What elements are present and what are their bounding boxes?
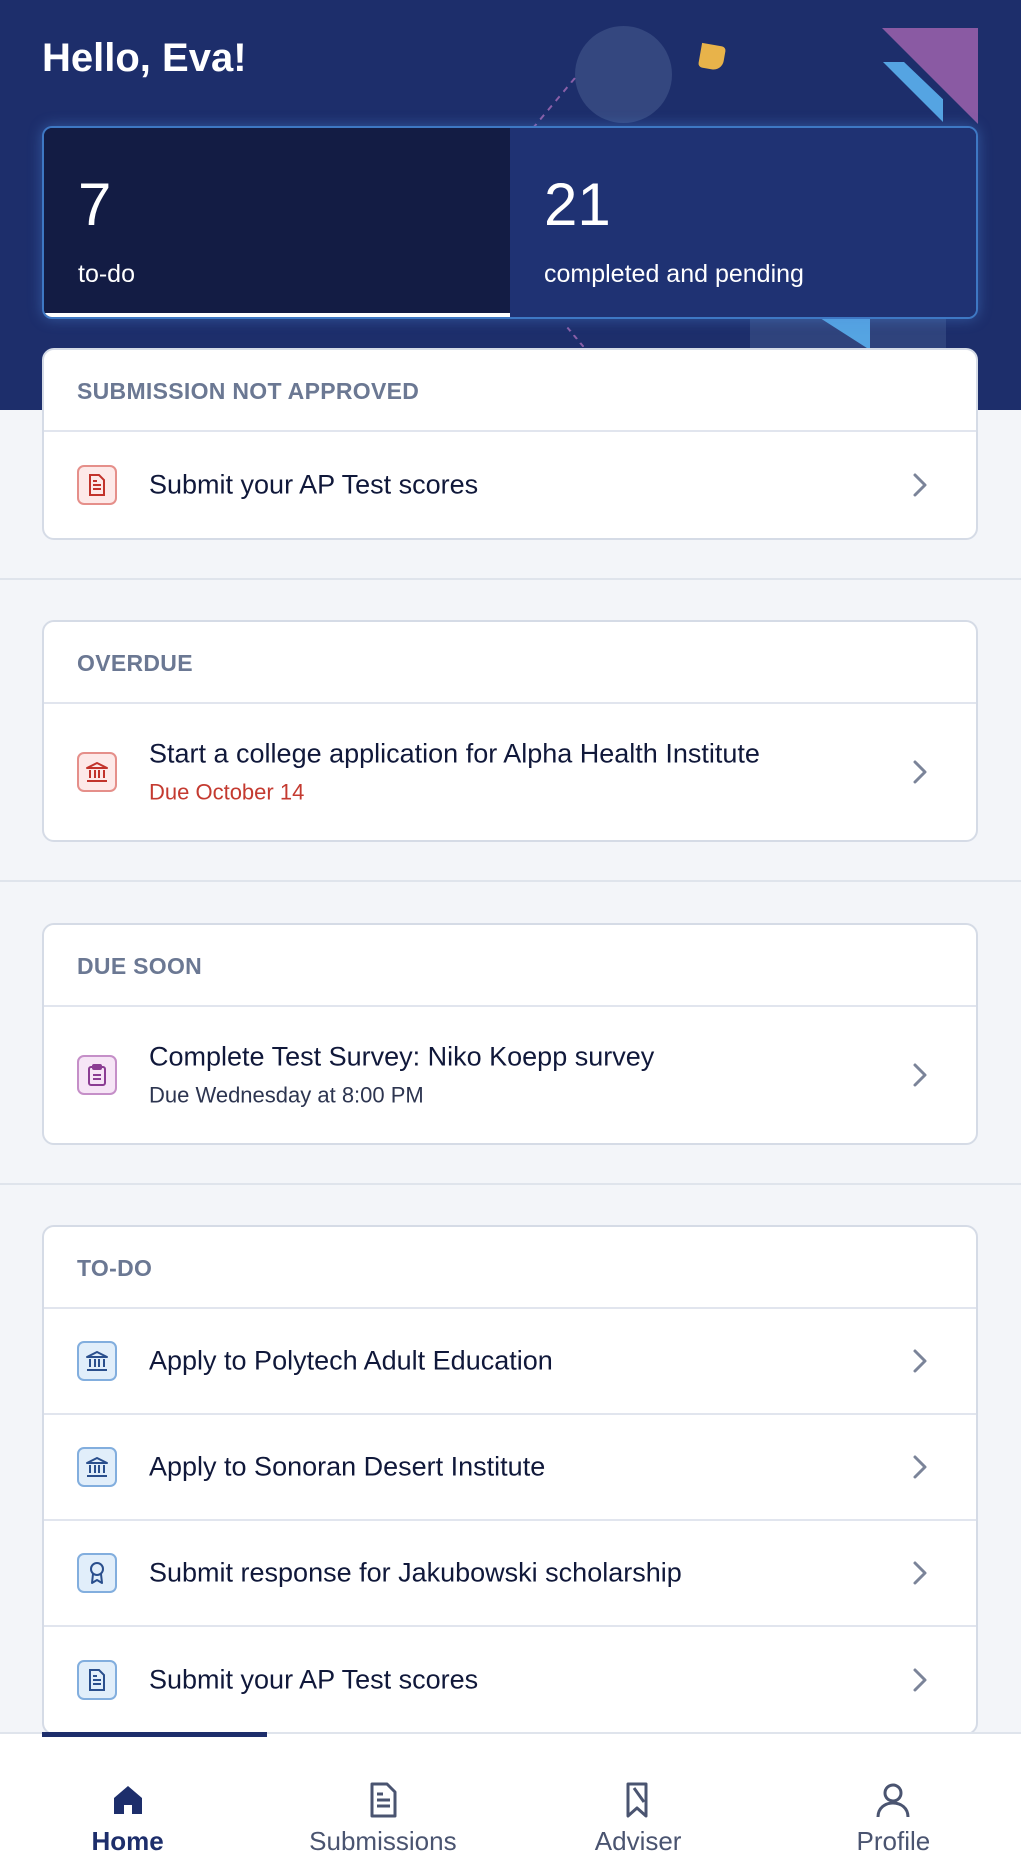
chevron-right-icon	[913, 1455, 927, 1479]
decorative-dashed-line	[529, 77, 576, 133]
item-title: Submit your AP Test scores	[149, 469, 479, 500]
decorative-triangle	[882, 28, 978, 124]
due-date: Due Wednesday at 8:00 PM	[149, 1082, 424, 1108]
item-title: Start a college application for Alpha He…	[149, 738, 760, 769]
decorative-shape	[697, 42, 727, 72]
chevron-right-icon	[913, 1668, 927, 1692]
section-not-approved: SUBMISSION NOT APPROVED Submit your AP T…	[42, 348, 978, 540]
chevron-right-icon	[913, 473, 927, 497]
nav-label: Profile	[856, 1826, 931, 1856]
section-heading: DUE SOON	[44, 925, 976, 1007]
todo-count: 7	[78, 171, 112, 238]
chevron-right-icon	[913, 760, 927, 784]
section-heading: TO-DO	[44, 1227, 976, 1309]
nav-profile[interactable]: Profile	[766, 1734, 1021, 1862]
completed-count: 21	[544, 171, 611, 238]
chevron-right-icon	[913, 1349, 927, 1373]
list-item[interactable]: Submit your AP Test scores	[44, 432, 976, 538]
bookmark-icon	[626, 1782, 648, 1818]
divider	[0, 1183, 1021, 1185]
institution-icon	[77, 1447, 117, 1487]
list-item[interactable]: Start a college application for Alpha He…	[44, 704, 976, 840]
stats-tabs: 7 to-do 21 completed and pending	[42, 126, 978, 319]
document-icon	[77, 465, 117, 505]
document-icon	[77, 1660, 117, 1700]
institution-icon	[77, 1341, 117, 1381]
list-item[interactable]: Apply to Sonoran Desert Institute	[44, 1415, 976, 1521]
list-item[interactable]: Apply to Polytech Adult Education	[44, 1309, 976, 1415]
list-item[interactable]: Submit response for Jakubowski scholarsh…	[44, 1521, 976, 1627]
person-icon	[876, 1783, 910, 1818]
todo-label: to-do	[78, 260, 135, 288]
list-item[interactable]: Complete Test Survey: Niko Koepp survey …	[44, 1007, 976, 1143]
document-icon	[370, 1782, 397, 1818]
award-icon	[77, 1553, 117, 1593]
nav-label: Adviser	[594, 1826, 682, 1856]
item-title: Submit your AP Test scores	[149, 1664, 479, 1695]
tab-todo[interactable]: 7 to-do	[44, 128, 510, 317]
item-title: Apply to Polytech Adult Education	[149, 1345, 553, 1376]
section-heading: OVERDUE	[44, 622, 976, 704]
nav-submissions[interactable]: Submissions	[255, 1734, 510, 1862]
nav-home[interactable]: Home	[0, 1734, 255, 1862]
item-title: Apply to Sonoran Desert Institute	[149, 1451, 546, 1482]
chevron-right-icon	[913, 1561, 927, 1585]
completed-label: completed and pending	[544, 260, 804, 288]
nav-label: Home	[91, 1826, 164, 1856]
home-icon	[113, 1786, 142, 1814]
item-title: Complete Test Survey: Niko Koepp survey	[149, 1041, 655, 1072]
item-title: Submit response for Jakubowski scholarsh…	[149, 1557, 682, 1588]
section-heading: SUBMISSION NOT APPROVED	[44, 350, 976, 432]
list-item[interactable]: Submit your AP Test scores	[44, 1627, 976, 1733]
institution-icon	[77, 752, 117, 792]
divider	[0, 578, 1021, 580]
section-todo: TO-DO Apply to Polytech Adult Education …	[42, 1225, 978, 1735]
decorative-circle	[575, 26, 672, 123]
bottom-navigation: Home Submissions Adviser Profile	[0, 1732, 1021, 1862]
chevron-right-icon	[913, 1063, 927, 1087]
tab-completed[interactable]: 21 completed and pending	[510, 128, 976, 317]
section-overdue: OVERDUE Start a college application for …	[42, 620, 978, 842]
section-due-soon: DUE SOON Complete Test Survey: Niko Koep…	[42, 923, 978, 1145]
greeting-title: Hello, Eva!	[42, 36, 247, 80]
nav-adviser[interactable]: Adviser	[511, 1734, 766, 1862]
clipboard-icon	[77, 1055, 117, 1095]
nav-label: Submissions	[309, 1826, 457, 1856]
due-date: Due October 14	[149, 779, 305, 805]
divider	[0, 880, 1021, 882]
